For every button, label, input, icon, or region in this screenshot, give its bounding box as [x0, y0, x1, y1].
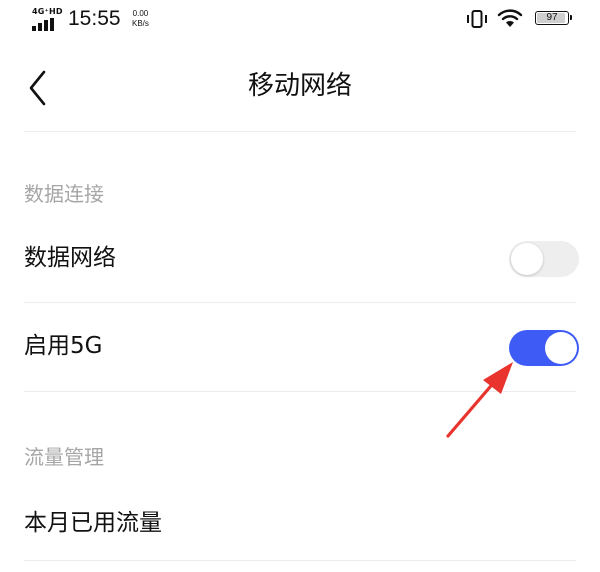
- annotation-arrow-icon: [446, 362, 513, 438]
- wifi-icon: [497, 9, 523, 27]
- data-network-toggle[interactable]: [509, 241, 579, 277]
- section-header-traffic-management: 流量管理: [24, 445, 104, 469]
- list-item-data-network[interactable]: 数据网络: [0, 222, 600, 302]
- section-header-data-connection: 数据连接: [24, 182, 104, 206]
- data-network-label: 数据网络: [24, 245, 116, 271]
- network-speed-unit: KB/s: [132, 19, 149, 28]
- toggle-knob: [511, 243, 543, 275]
- toggle-knob: [545, 332, 577, 364]
- signal-icon: [32, 18, 58, 31]
- status-icons: 97: [466, 7, 578, 33]
- vibrate-icon: [467, 10, 487, 28]
- header-divider: [24, 131, 576, 132]
- monthly-usage-label: 本月已用流量: [24, 510, 162, 536]
- row-divider: [24, 560, 576, 561]
- battery-level: 97: [546, 12, 558, 23]
- enable-5g-label: 启用5G: [24, 333, 103, 359]
- battery-icon: 97: [535, 11, 572, 25]
- page-title: 移动网络: [247, 71, 352, 101]
- status-bar: 4G⁺HD 15:55 0.00 KB/s 97: [0, 0, 600, 42]
- network-type-label: 4G⁺HD: [32, 7, 63, 16]
- network-speed: 0.00 KB/s: [132, 9, 149, 29]
- network-speed-value: 0.00: [132, 9, 149, 18]
- status-time: 15:55: [68, 7, 121, 30]
- network-indicator: 4G⁺HD: [32, 7, 63, 31]
- list-item-monthly-usage[interactable]: 本月已用流量: [0, 488, 600, 558]
- title-bar: 移动网络: [0, 42, 600, 132]
